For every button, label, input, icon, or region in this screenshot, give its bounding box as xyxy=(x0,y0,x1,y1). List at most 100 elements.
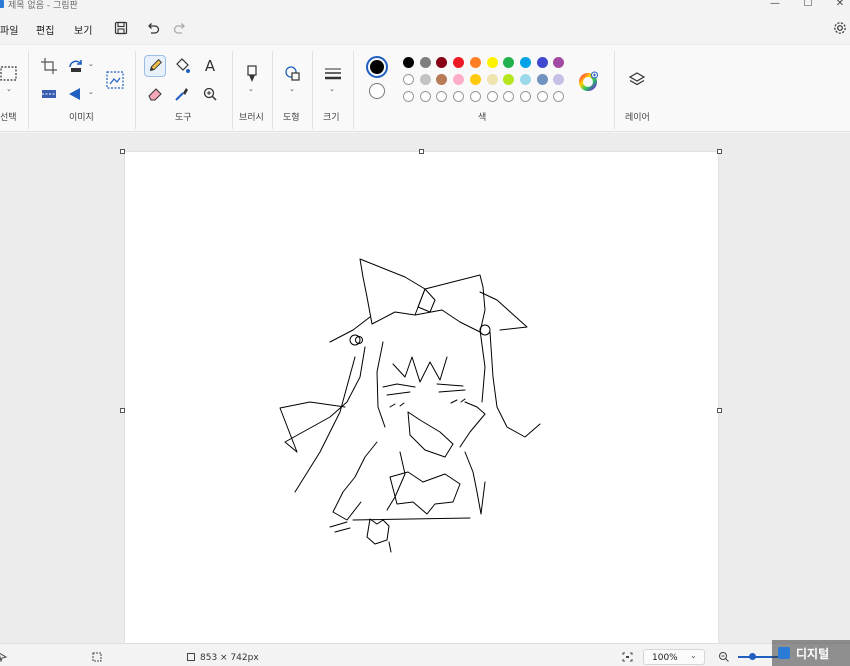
maximize-button[interactable]: ☐ xyxy=(793,0,823,11)
shapes-dropdown-chevron-icon[interactable]: ⌄ xyxy=(289,85,295,93)
color-swatch[interactable] xyxy=(403,74,414,85)
menu-edit[interactable]: 편집 xyxy=(36,22,54,37)
canvas-resize-handle[interactable] xyxy=(120,149,125,154)
color-swatch[interactable] xyxy=(486,57,498,68)
brush-dropdown-chevron-icon[interactable]: ⌄ xyxy=(248,85,254,93)
group-label-brushes: 브러시 xyxy=(239,113,264,123)
color-swatch[interactable] xyxy=(469,57,481,68)
menu-file[interactable]: 파일 xyxy=(0,22,18,37)
flip-dropdown-chevron-icon[interactable]: ⌄ xyxy=(88,88,94,96)
group-label-select: 선택 xyxy=(0,113,17,123)
redo-icon[interactable] xyxy=(172,20,188,36)
color-swatch[interactable] xyxy=(553,57,565,68)
color-swatch[interactable] xyxy=(403,57,414,68)
custom-color-slot[interactable] xyxy=(419,91,431,102)
color-swatch[interactable] xyxy=(453,74,465,85)
custom-color-slot[interactable] xyxy=(403,91,414,102)
custom-color-slot[interactable] xyxy=(486,91,498,102)
color-picker-icon[interactable] xyxy=(171,83,193,105)
minimize-button[interactable]: — xyxy=(760,0,790,11)
crop-icon[interactable] xyxy=(38,55,60,77)
pencil-tool-icon[interactable] xyxy=(144,55,166,77)
rotate-dropdown-chevron-icon[interactable]: ⌄ xyxy=(88,60,94,68)
image-stretch-icon[interactable] xyxy=(104,69,126,91)
color-swatch[interactable] xyxy=(486,74,498,85)
shapes-icon[interactable] xyxy=(282,63,304,85)
group-divider xyxy=(272,51,273,129)
drawing-canvas[interactable] xyxy=(125,152,718,643)
edit-colors-icon[interactable] xyxy=(579,71,599,91)
color-swatch[interactable] xyxy=(503,74,515,85)
select-dropdown-chevron-icon[interactable]: ⌄ xyxy=(6,85,12,93)
zoom-dropdown[interactable]: 100% ⌄ xyxy=(643,649,705,665)
group-divider xyxy=(614,51,615,129)
color-swatch[interactable] xyxy=(536,74,548,85)
custom-color-slot[interactable] xyxy=(536,91,548,102)
ribbon-toolbar: ⌄ 선택 ⌄ ⌄ 이미지 A 도구 ⌄ 브러시 ⌄ 도형 ⌄ 크기 색 레이어 xyxy=(0,44,850,132)
color-swatch[interactable] xyxy=(419,57,431,68)
fit-to-window-icon[interactable] xyxy=(622,652,633,662)
group-label-colors: 색 xyxy=(478,113,487,123)
save-icon[interactable] xyxy=(113,20,129,36)
menu-bar: 파일 편집 보기 xyxy=(0,12,850,44)
zoom-out-icon[interactable] xyxy=(718,651,730,663)
color-swatch[interactable] xyxy=(469,74,481,85)
title-bar: 제목 없음 - 그림판 — ☐ ✕ xyxy=(0,0,850,12)
close-button[interactable]: ✕ xyxy=(825,0,850,11)
menu-view[interactable]: 보기 xyxy=(74,22,92,37)
canvas-resize-handle[interactable] xyxy=(717,149,722,154)
stroke-size-icon[interactable] xyxy=(322,63,344,85)
group-label-shapes: 도형 xyxy=(283,113,300,123)
group-divider xyxy=(28,51,29,129)
custom-color-slot[interactable] xyxy=(519,91,531,102)
resize-icon[interactable] xyxy=(38,83,60,105)
settings-gear-icon[interactable] xyxy=(832,20,848,36)
undo-icon[interactable] xyxy=(145,20,161,36)
canvas-resize-handle[interactable] xyxy=(120,408,125,413)
layers-icon[interactable] xyxy=(626,69,648,91)
canvas-resize-handle[interactable] xyxy=(717,408,722,413)
zoom-slider-thumb[interactable] xyxy=(749,653,756,660)
zoom-level-text: 100% xyxy=(652,653,678,663)
color-swatch[interactable] xyxy=(519,74,531,85)
canvas-resize-handle[interactable] xyxy=(419,149,424,154)
zoom-chevron-down-icon: ⌄ xyxy=(690,651,697,660)
color-swatch[interactable] xyxy=(436,74,448,85)
custom-color-slot[interactable] xyxy=(436,91,448,102)
watermark-badge: 디지털 xyxy=(772,640,850,666)
group-divider xyxy=(135,51,136,129)
cursor-position-icon xyxy=(0,652,8,662)
primary-color-selector[interactable] xyxy=(366,56,388,78)
watermark-text: 디지털 xyxy=(796,646,830,661)
canvas-size-icon xyxy=(187,653,195,661)
color-swatch[interactable] xyxy=(519,57,531,68)
color-swatch[interactable] xyxy=(553,74,565,85)
magnifier-icon[interactable] xyxy=(199,83,221,105)
group-label-tools: 도구 xyxy=(175,113,192,123)
color-swatch[interactable] xyxy=(453,57,465,68)
group-divider xyxy=(312,51,313,129)
text-tool-icon[interactable]: A xyxy=(199,55,221,77)
selection-size-icon xyxy=(92,652,102,662)
group-label-layers: 레이어 xyxy=(625,113,650,123)
color-swatch[interactable] xyxy=(419,74,431,85)
secondary-color-selector[interactable] xyxy=(369,83,385,99)
custom-color-slot[interactable] xyxy=(553,91,565,102)
rotate-icon[interactable] xyxy=(65,55,87,77)
primary-color-dot xyxy=(370,60,384,74)
fill-bucket-icon[interactable] xyxy=(171,55,193,77)
color-swatch[interactable] xyxy=(436,57,448,68)
color-swatch[interactable] xyxy=(503,57,515,68)
group-label-size: 크기 xyxy=(323,113,340,123)
sketch-drawing xyxy=(279,258,541,553)
custom-color-slot[interactable] xyxy=(469,91,481,102)
flip-icon[interactable] xyxy=(65,83,87,105)
custom-color-slot[interactable] xyxy=(503,91,515,102)
size-dropdown-chevron-icon[interactable]: ⌄ xyxy=(329,85,335,93)
group-label-image: 이미지 xyxy=(69,113,94,123)
select-rectangle-icon[interactable] xyxy=(0,63,20,85)
custom-color-slot[interactable] xyxy=(453,91,465,102)
brush-icon[interactable] xyxy=(241,63,263,85)
color-swatch[interactable] xyxy=(536,57,548,68)
eraser-icon[interactable] xyxy=(144,83,166,105)
